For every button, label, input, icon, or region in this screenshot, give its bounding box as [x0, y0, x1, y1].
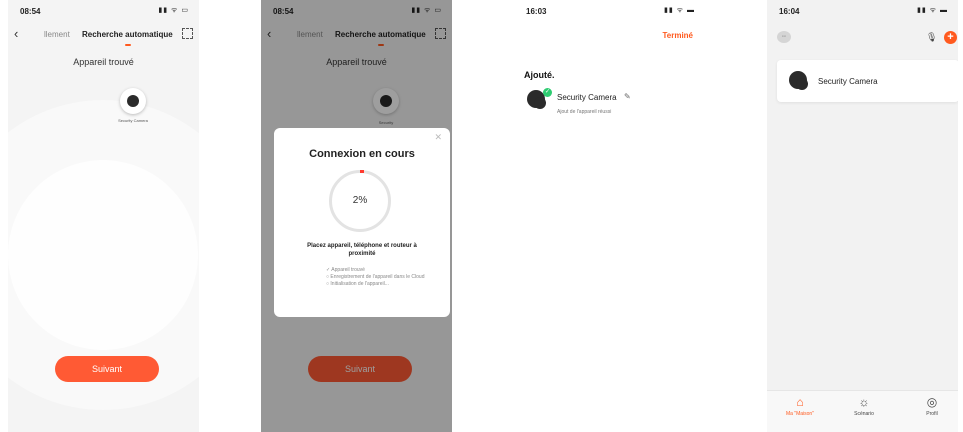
back-chevron-icon[interactable]: ‹: [14, 26, 18, 41]
camera-device-icon: [789, 71, 808, 90]
edit-pencil-icon[interactable]: ✎: [624, 92, 631, 101]
tab-home[interactable]: ⌂ Ma "Maison": [775, 395, 825, 417]
tab-manual[interactable]: llement: [44, 30, 70, 39]
status-bar: 08:54 ▮▮ ᯤ ▭: [8, 0, 199, 22]
status-bar: 16:03 ▮▮ ᯤ ▬: [514, 0, 705, 22]
tab-indicator: [125, 44, 131, 46]
profile-icon: ◎: [926, 395, 938, 409]
step-item: ✓ Appareil trouvé: [326, 267, 365, 273]
step-list: ✓ Appareil trouvé ○ Enregistrement de l'…: [326, 267, 426, 288]
screen-connecting: 08:54 ▮▮ ᯤ ▭ ‹ llement Recherche automat…: [261, 0, 452, 432]
device-label: Security Camera: [118, 118, 148, 123]
tab-label: Profil: [926, 411, 938, 417]
step-item: ○ Enregistrement de l'appareil dans le C…: [326, 274, 425, 280]
radar-ring-inner: [8, 160, 198, 350]
next-button[interactable]: Suivant: [55, 356, 159, 382]
status-time: 16:04: [779, 7, 800, 16]
check-icon: ✓: [543, 88, 552, 97]
screen-device-added: 16:03 ▮▮ ᯤ ▬ Terminé Ajouté. ✓ Security …: [514, 0, 705, 432]
tab-auto-search[interactable]: Recherche automatique: [82, 30, 173, 39]
status-time: 08:54: [20, 7, 41, 16]
status-time: 16:03: [526, 7, 547, 16]
bottom-tab-bar: ⌂ Ma "Maison" ☼ Scénario ◎ Profil: [767, 390, 958, 432]
device-card[interactable]: Security Camera: [777, 60, 958, 102]
tab-label: Ma "Maison": [785, 411, 814, 417]
done-button[interactable]: Terminé: [662, 31, 693, 40]
device-status: Ajout de l'appareil réussi: [557, 109, 612, 115]
add-device-icon[interactable]: +: [944, 31, 957, 44]
tab-label: Scénario: [854, 411, 874, 417]
progress-ring-fill: [360, 170, 364, 173]
home-avatar-icon[interactable]: ◦◦: [777, 31, 791, 43]
close-icon[interactable]: ✕: [434, 132, 442, 143]
section-title: Ajouté.: [524, 70, 555, 80]
camera-device-icon[interactable]: [120, 88, 146, 114]
status-icons: ▮▮ ᯤ ▬: [917, 7, 948, 14]
progress-ring: 2%: [329, 170, 391, 232]
microphone-icon[interactable]: 🎙: [926, 32, 937, 43]
dialog-title: Connexion en cours: [309, 148, 415, 160]
progress-percent: 2%: [352, 195, 368, 206]
status-icons: ▮▮ ᯤ ▭: [158, 7, 189, 14]
dialog-message: Placez appareil, téléphone et routeur à …: [307, 243, 417, 257]
screen-device-found: 08:54 ▮▮ ᯤ ▭ ‹ llement Recherche automat…: [8, 0, 199, 432]
status-bar: 16:04 ▮▮ ᯤ ▬: [767, 0, 958, 22]
device-card-name: Security Camera: [818, 77, 878, 86]
home-icon: ⌂: [796, 395, 804, 409]
tab-profile[interactable]: ◎ Profil: [907, 395, 957, 417]
status-icons: ▮▮ ᯤ ▬: [664, 7, 695, 14]
connecting-dialog: ✕ Connexion en cours 2% Placez appareil,…: [274, 128, 450, 317]
sun-icon: ☼: [858, 395, 870, 409]
step-item: ○ Initialisation de l'appareil...: [326, 281, 389, 287]
screen-home: 16:04 ▮▮ ᯤ ▬ ◦◦ 🎙 + Security Camera ⌂ Ma…: [767, 0, 958, 432]
device-name: Security Camera: [557, 93, 617, 102]
scan-qr-icon[interactable]: [182, 28, 193, 39]
page-title: Appareil trouvé: [73, 57, 134, 67]
nav-bar: ‹ llement Recherche automatique: [8, 24, 199, 46]
tab-scenario[interactable]: ☼ Scénario: [839, 395, 889, 417]
